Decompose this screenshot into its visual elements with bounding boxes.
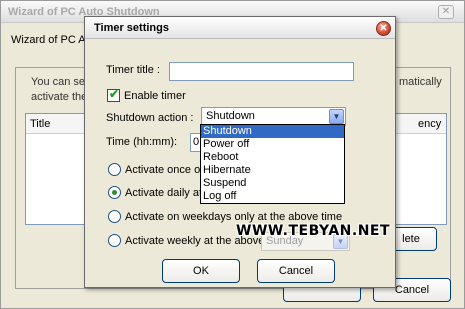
radio-activate-once[interactable]	[108, 163, 121, 176]
dialog-titlebar: Timer settings ✕	[85, 17, 395, 39]
chevron-down-icon[interactable]: ▼	[329, 109, 344, 124]
column-title[interactable]: Title	[30, 118, 50, 130]
enable-timer-checkbox[interactable]: ✔	[107, 87, 120, 102]
checkmark-icon: ✔	[109, 87, 120, 101]
timer-title-label: Timer title :	[106, 64, 160, 76]
shutdown-action-dropdown[interactable]: Shutdown Power off Reboot Hibernate Susp…	[200, 124, 345, 204]
dropdown-option-shutdown[interactable]: Shutdown	[201, 125, 344, 138]
radio-activate-weekly[interactable]	[108, 234, 121, 247]
time-value: 0	[193, 136, 200, 148]
watermark-text: WWW.TEBYAN.NET	[236, 223, 391, 239]
dialog-close-icon[interactable]: ✕	[376, 21, 391, 36]
cancel-button[interactable]: Cancel	[257, 259, 335, 283]
time-label: Time (hh:mm):	[106, 136, 178, 148]
main-description-right: matically	[399, 76, 442, 88]
radio-activate-weekdays[interactable]	[108, 210, 121, 223]
shutdown-action-label: Shutdown action :	[106, 112, 194, 124]
shutdown-action-value: Shutdown	[206, 110, 255, 122]
enable-timer-label[interactable]: Enable timer	[124, 90, 186, 102]
main-header-text: Wizard of PC Au	[11, 34, 92, 46]
main-close-icon[interactable]: ✕	[438, 5, 454, 19]
radio-activate-weekdays-label[interactable]: Activate on weekdays only at the above t…	[125, 211, 342, 223]
dropdown-option-log-off[interactable]: Log off	[201, 190, 344, 203]
ok-button[interactable]: OK	[162, 259, 240, 283]
radio-activate-once-label[interactable]: Activate once o	[125, 164, 200, 176]
main-description-line1: You can se	[31, 76, 86, 88]
dropdown-option-suspend[interactable]: Suspend	[201, 177, 344, 190]
dialog-title: Timer settings	[94, 22, 169, 34]
column-frequency[interactable]: ency	[418, 118, 441, 130]
radio-selected-dot	[112, 190, 117, 195]
dropdown-option-power-off[interactable]: Power off	[201, 138, 344, 151]
radio-activate-daily-label[interactable]: Activate daily at	[125, 187, 202, 199]
dropdown-option-reboot[interactable]: Reboot	[201, 151, 344, 164]
radio-activate-daily[interactable]	[108, 186, 121, 199]
main-description-line2: activate the	[31, 91, 88, 103]
timer-title-input[interactable]	[169, 62, 354, 81]
main-description: You can se activate the	[31, 75, 87, 105]
dropdown-option-hibernate[interactable]: Hibernate	[201, 164, 344, 177]
